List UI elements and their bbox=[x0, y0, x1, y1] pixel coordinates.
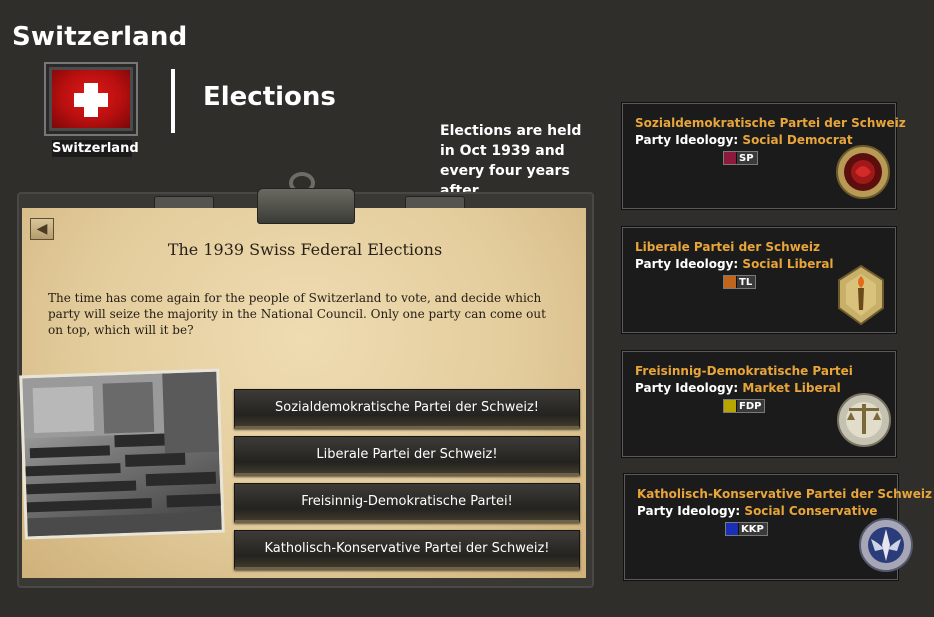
party-ideology: Party Ideology: Social Liberal bbox=[635, 257, 834, 271]
party-name: Katholisch-Konservative Partei der Schwe… bbox=[637, 487, 933, 501]
option-button-lps[interactable]: Liberale Partei der Schweiz! bbox=[234, 436, 580, 476]
party-color-swatch bbox=[726, 523, 739, 535]
clipboard-clip-icon bbox=[257, 188, 355, 224]
country-title: Switzerland bbox=[12, 22, 188, 52]
party-card-sp: Sozialdemokratische Partei der Schweiz P… bbox=[621, 102, 906, 210]
country-flag-button[interactable] bbox=[44, 62, 138, 136]
option-button-sp[interactable]: Sozialdemokratische Partei der Schweiz! bbox=[234, 389, 580, 429]
party-name: Freisinnig-Demokratische Partei bbox=[635, 364, 853, 378]
party-color-swatch bbox=[724, 152, 737, 164]
party-name: Liberale Partei der Schweiz bbox=[635, 240, 821, 254]
party-tag: FDP bbox=[723, 399, 766, 413]
party-tag: TL bbox=[723, 275, 757, 289]
torch-medal-icon bbox=[838, 264, 884, 326]
party-ideology: Party Ideology: Social Democrat bbox=[635, 133, 853, 147]
party-card-fdp: Freisinnig-Demokratische Partei Party Id… bbox=[621, 350, 897, 458]
flag-label: Switzerland bbox=[52, 140, 139, 157]
party-name: Sozialdemokratische Partei der Schweiz bbox=[635, 116, 906, 130]
back-button[interactable]: ◀ bbox=[30, 218, 54, 240]
party-color-swatch bbox=[724, 400, 737, 412]
option-button-kkp[interactable]: Katholisch-Konservative Partei der Schwe… bbox=[234, 530, 580, 570]
election-note: Elections are held in Oct 1939 and every… bbox=[440, 123, 582, 199]
arrow-left-icon: ◀ bbox=[36, 221, 48, 237]
party-card-lps: Liberale Partei der Schweiz Party Ideolo… bbox=[621, 226, 897, 334]
party-tag: SP bbox=[723, 151, 758, 165]
party-ideology: Party Ideology: Market Liberal bbox=[635, 381, 841, 395]
party-ideology: Party Ideology: Social Conservative bbox=[637, 504, 878, 518]
swiss-flag-icon bbox=[52, 70, 130, 128]
party-color-swatch bbox=[724, 276, 737, 288]
header-divider bbox=[171, 69, 175, 133]
option-button-fdp[interactable]: Freisinnig-Demokratische Partei! bbox=[234, 483, 580, 523]
angel-medal-icon bbox=[859, 518, 913, 572]
rose-medal-icon bbox=[836, 145, 890, 199]
party-card-kkp: Katholisch-Konservative Partei der Schwe… bbox=[623, 473, 932, 581]
scales-medal-icon bbox=[837, 393, 891, 447]
party-tag: KKP bbox=[725, 522, 768, 536]
event-description: The time has come again for the people o… bbox=[48, 291, 546, 337]
event-title: The 1939 Swiss Federal Elections bbox=[167, 240, 443, 259]
parliament-photo bbox=[19, 368, 225, 540]
page-title: Elections bbox=[203, 82, 336, 112]
